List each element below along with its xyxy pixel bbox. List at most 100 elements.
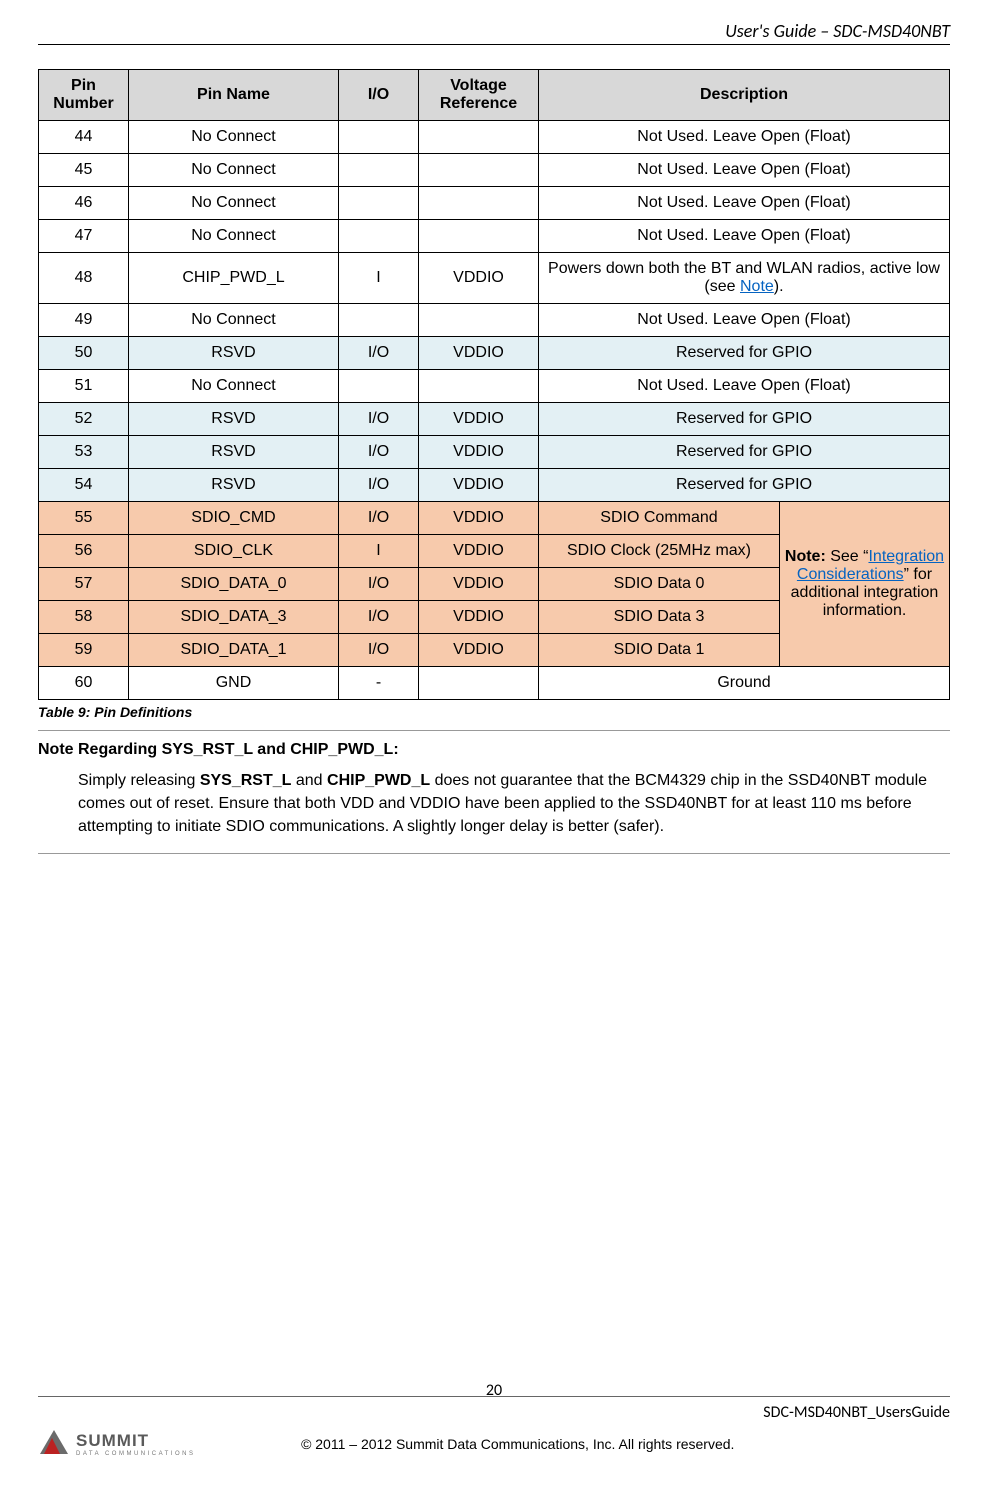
th-vref: Voltage Reference (419, 70, 539, 121)
note-text: Simply releasing (78, 772, 200, 789)
table-cell-description: Powers down both the BT and WLAN radios,… (539, 253, 950, 304)
table-cell: No Connect (129, 121, 339, 154)
table-cell: VDDIO (419, 535, 539, 568)
table-cell: I (339, 253, 419, 304)
separator (38, 853, 950, 854)
table-cell: 56 (39, 535, 129, 568)
table-cell (419, 154, 539, 187)
table-cell: GND (129, 667, 339, 700)
logo-icon (38, 1428, 70, 1460)
table-cell: 50 (39, 337, 129, 370)
table-cell (339, 121, 419, 154)
table-cell: No Connect (129, 304, 339, 337)
table-cell: 46 (39, 187, 129, 220)
table-cell (419, 304, 539, 337)
table-cell: 48 (39, 253, 129, 304)
table-row: 48CHIP_PWD_LIVDDIOPowers down both the B… (39, 253, 950, 304)
table-cell (419, 121, 539, 154)
table-cell: 57 (39, 568, 129, 601)
table-cell: 45 (39, 154, 129, 187)
table-cell: 51 (39, 370, 129, 403)
table-cell: I/O (339, 337, 419, 370)
table-row: 44No Connect Not Used. Leave Open (Float) (39, 121, 950, 154)
table-cell: 54 (39, 469, 129, 502)
pin-definitions-table: Pin Number Pin Name I/O Voltage Referenc… (38, 69, 950, 700)
note-bold2: CHIP_PWD_L (327, 772, 430, 789)
table-cell (419, 187, 539, 220)
table-cell: 52 (39, 403, 129, 436)
table-cell-description: Not Used. Leave Open (Float) (539, 187, 950, 220)
table-caption: Table 9: Pin Definitions (38, 704, 950, 720)
note-bold: Note: (785, 548, 826, 565)
table-cell: 44 (39, 121, 129, 154)
table-cell (339, 154, 419, 187)
table-row: 60GND- Ground (39, 667, 950, 700)
table-cell: RSVD (129, 469, 339, 502)
table-cell: 58 (39, 601, 129, 634)
table-cell-description: Not Used. Leave Open (Float) (539, 304, 950, 337)
table-cell: VDDIO (419, 601, 539, 634)
table-cell: 60 (39, 667, 129, 700)
table-cell: 55 (39, 502, 129, 535)
note-bold1: SYS_RST_L (200, 772, 292, 789)
table-cell: VDDIO (419, 568, 539, 601)
table-cell: I/O (339, 634, 419, 667)
table-cell: VDDIO (419, 403, 539, 436)
table-row: 50RSVDI/OVDDIOReserved for GPIO (39, 337, 950, 370)
table-cell (339, 187, 419, 220)
table-cell: 49 (39, 304, 129, 337)
note-body: Simply releasing SYS_RST_L and CHIP_PWD_… (78, 769, 950, 839)
table-header-row: Pin Number Pin Name I/O Voltage Referenc… (39, 70, 950, 121)
table-row: 46No ConnectNot Used. Leave Open (Float) (39, 187, 950, 220)
table-cell: I (339, 535, 419, 568)
table-cell: 53 (39, 436, 129, 469)
th-description: Description (539, 70, 950, 121)
note-link[interactable]: Note (740, 278, 774, 295)
table-cell: SDIO_DATA_1 (129, 634, 339, 667)
doc-id: SDC-MSD40NBT_UsersGuide (763, 1403, 950, 1422)
table-cell: VDDIO (419, 469, 539, 502)
th-pin-number: Pin Number (39, 70, 129, 121)
table-cell: No Connect (129, 220, 339, 253)
table-cell: RSVD (129, 436, 339, 469)
th-io: I/O (339, 70, 419, 121)
table-cell-description: Not Used. Leave Open (Float) (539, 220, 950, 253)
table-cell: I/O (339, 502, 419, 535)
sdio-note-cell: Note: See “Integration Considerations” f… (779, 502, 949, 667)
table-cell: - (339, 667, 419, 700)
table-cell: SDIO_DATA_0 (129, 568, 339, 601)
table-cell: I/O (339, 469, 419, 502)
table-cell-description: Reserved for GPIO (539, 337, 950, 370)
table-cell-description: Not Used. Leave Open (Float) (539, 121, 950, 154)
table-row: 55SDIO_CMDI/OVDDIOSDIO CommandNote: See … (39, 502, 950, 535)
table-cell: Ground (539, 667, 950, 700)
table-row: 54RSVDI/OVDDIOReserved for GPIO (39, 469, 950, 502)
table-cell (339, 370, 419, 403)
table-cell: SDIO_DATA_3 (129, 601, 339, 634)
table-cell-description: Reserved for GPIO (539, 436, 950, 469)
table-cell (419, 667, 539, 700)
table-cell-description: Not Used. Leave Open (Float) (539, 154, 950, 187)
table-cell: I/O (339, 601, 419, 634)
separator (38, 730, 950, 731)
table-cell: VDDIO (419, 253, 539, 304)
note-heading: Note Regarding SYS_RST_L and CHIP_PWD_L: (38, 741, 950, 759)
table-cell: I/O (339, 403, 419, 436)
table-cell (339, 220, 419, 253)
table-row: 53RSVDI/OVDDIOReserved for GPIO (39, 436, 950, 469)
table-cell (419, 370, 539, 403)
table-cell-description: Reserved for GPIO (539, 403, 950, 436)
table-cell-description: Reserved for GPIO (539, 469, 950, 502)
table-cell (339, 304, 419, 337)
table-cell: I/O (339, 436, 419, 469)
page-number: 20 (486, 1381, 502, 1400)
page-header: User's Guide – SDC-MSD40NBT (38, 20, 950, 45)
th-pin-name: Pin Name (129, 70, 339, 121)
table-row: 52RSVDI/OVDDIOReserved for GPIO (39, 403, 950, 436)
table-cell: VDDIO (419, 634, 539, 667)
table-cell: 47 (39, 220, 129, 253)
table-cell: RSVD (129, 403, 339, 436)
table-row: 49No Connect Not Used. Leave Open (Float) (39, 304, 950, 337)
table-cell: No Connect (129, 370, 339, 403)
page-footer: 20 SDC-MSD40NBT_UsersGuide SUMMIT DATA C… (38, 1396, 950, 1460)
